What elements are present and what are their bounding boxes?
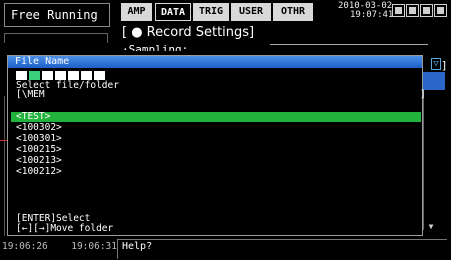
current-path: [\MEM: [16, 89, 45, 100]
file-icon[interactable]: [55, 71, 66, 80]
hint-move-folder: [←][→]Move folder: [16, 223, 114, 234]
tab-trig[interactable]: TRIG: [193, 3, 229, 21]
time-range: 19:06:26 19:06:31: [2, 241, 117, 252]
list-item[interactable]: <100213>: [16, 156, 62, 166]
list-item[interactable]: <TEST>: [16, 112, 50, 122]
usb-icon: [420, 4, 433, 17]
list-item[interactable]: <100215>: [16, 145, 62, 155]
tab-user[interactable]: USER: [231, 3, 271, 21]
mode-indicator: Free Running: [4, 3, 110, 27]
right-panel-frame: [423, 90, 447, 230]
selection-highlight: [11, 112, 421, 122]
clock: 2010-03-02 19:07:41: [338, 2, 393, 20]
folder-icon[interactable]: [29, 71, 40, 80]
list-item[interactable]: <100212>: [16, 167, 62, 177]
left-panel-frame: [4, 33, 108, 43]
scroll-down-icon[interactable]: ▼: [424, 221, 438, 233]
clock-time: 19:07:41: [350, 10, 394, 20]
drive-icon[interactable]: [16, 71, 27, 80]
dialog-title: File Name: [8, 56, 422, 68]
help-bar: Help?: [117, 239, 447, 259]
start-time: 19:06:26: [2, 241, 48, 252]
end-time: 19:06:31: [71, 241, 117, 252]
sampling-value[interactable]: [270, 44, 428, 52]
tab-data[interactable]: DATA: [155, 3, 191, 21]
list-item[interactable]: <100302>: [16, 123, 62, 133]
list-item[interactable]: <100301>: [16, 134, 62, 144]
copy-icon[interactable]: [81, 71, 92, 80]
section-title: [ ● Record Settings]: [122, 25, 255, 40]
file-name-dialog: File Name Select file/folder [\MEM ] <TE…: [7, 55, 426, 236]
tab-othr[interactable]: OTHR: [273, 3, 313, 21]
path-close-bracket: ]: [420, 89, 426, 100]
right-bracket: ]: [441, 59, 448, 72]
lock-icon: [434, 4, 447, 17]
sampling-label: ·Sampling:: [122, 43, 189, 51]
tab-amp[interactable]: AMP: [121, 3, 152, 21]
folder-open-icon[interactable]: [42, 71, 53, 80]
memory-icon: [392, 4, 405, 17]
check-icon: ▽: [431, 58, 441, 70]
trash-icon[interactable]: [68, 71, 79, 80]
folder-new-icon[interactable]: [94, 71, 105, 80]
sd-card-icon: [406, 4, 419, 17]
highlighted-setting[interactable]: [423, 72, 445, 90]
